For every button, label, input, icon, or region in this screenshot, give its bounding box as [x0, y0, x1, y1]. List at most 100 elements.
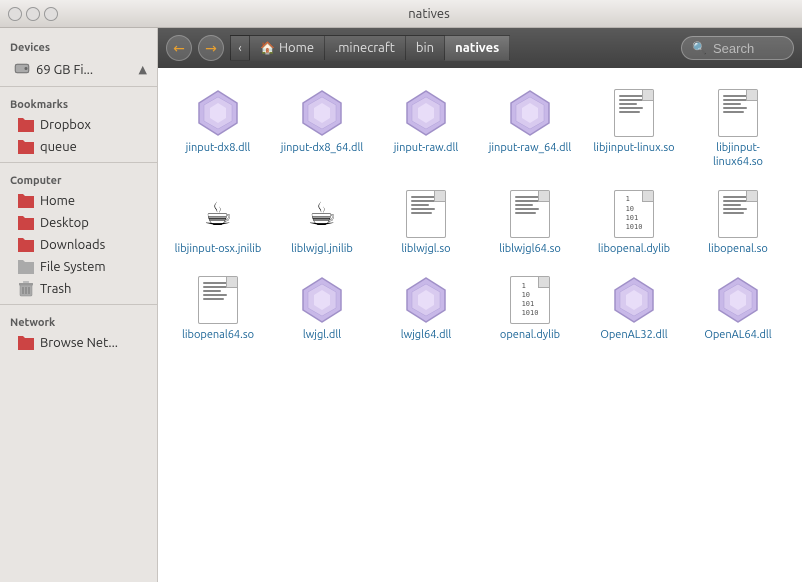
natives-crumb-label: natives — [455, 41, 499, 55]
divider-1 — [0, 86, 157, 87]
file-libjinput-linux64-so[interactable]: libjinput-linux64.so — [688, 83, 788, 176]
downloads-label: Downloads — [40, 238, 105, 252]
file-label: liblwjgl.so — [401, 242, 450, 256]
file-label: libopenal64.so — [182, 328, 254, 342]
binary-content: 1101011010 — [522, 282, 539, 318]
file-libopenal64-so[interactable]: libopenal64.so — [168, 270, 268, 348]
breadcrumb-home[interactable]: 🏠 Home — [250, 35, 325, 61]
main-layout: Devices 69 GB Fi... ▲ Bookmarks Dropbox — [0, 28, 802, 582]
text-file-icon — [506, 190, 554, 238]
trash-label: Trash — [40, 282, 71, 296]
dll-icon — [610, 276, 658, 324]
filesystem-label: File System — [40, 260, 106, 274]
sidebar-item-browse-net[interactable]: Browse Net... — [0, 332, 157, 354]
file-libjinput-linux-so[interactable]: libjinput-linux.so — [584, 83, 684, 176]
file-label: jinput-raw.dll — [394, 141, 459, 155]
sidebar-item-filesystem[interactable]: File System — [0, 256, 157, 278]
sidebar-section-computer: Computer — [0, 167, 157, 190]
file-label: openal.dylib — [500, 328, 560, 342]
breadcrumb-bin[interactable]: bin — [406, 35, 445, 61]
drive-icon — [14, 60, 30, 79]
file-label: libjinput-osx.jnilib — [175, 242, 262, 256]
sidebar-item-home[interactable]: Home — [0, 190, 157, 212]
file-label: lwjgl64.dll — [401, 328, 452, 342]
folder-icon-downloads — [18, 237, 34, 253]
file-lwjgl64-dll[interactable]: lwjgl64.dll — [376, 270, 476, 348]
forward-button[interactable]: → — [198, 35, 224, 61]
bin-crumb-label: bin — [416, 41, 434, 55]
file-label: libjinput-linux.so — [593, 141, 674, 155]
sidebar-item-dropbox[interactable]: Dropbox — [0, 114, 157, 136]
dll-icon — [402, 276, 450, 324]
dll-icon — [298, 89, 346, 137]
dll-icon — [194, 89, 242, 137]
sidebar-item-desktop[interactable]: Desktop — [0, 212, 157, 234]
search-box[interactable]: 🔍 — [681, 36, 794, 60]
dll-icon — [402, 89, 450, 137]
close-button[interactable] — [8, 7, 22, 21]
file-libopenal-so[interactable]: libopenal.so — [688, 184, 788, 262]
window-title: natives — [64, 7, 794, 21]
toolbar: ← → ‹ 🏠 Home .minecraft bin natives — [158, 28, 802, 68]
dropbox-label: Dropbox — [40, 118, 91, 132]
text-file-icon — [194, 276, 242, 324]
file-jinput-raw_64-dll[interactable]: jinput-raw_64.dll — [480, 83, 580, 176]
binary-file-icon: 1101011010 — [610, 190, 658, 238]
browse-net-label: Browse Net... — [40, 336, 118, 350]
file-label: liblwjgl.jnilib — [291, 242, 353, 256]
text-file-icon — [402, 190, 450, 238]
file-liblwjgl-jnilib[interactable]: ☕ liblwjgl.jnilib — [272, 184, 372, 262]
file-liblwjgl-so[interactable]: liblwjgl.so — [376, 184, 476, 262]
folder-icon-filesystem — [18, 259, 34, 275]
text-file-icon — [714, 190, 762, 238]
file-libjinput-osx-jnilib[interactable]: ☕ libjinput-osx.jnilib — [168, 184, 268, 262]
file-jinput-dx8_64-dll[interactable]: jinput-dx8_64.dll — [272, 83, 372, 176]
folder-icon-queue — [18, 139, 34, 155]
file-label: jinput-dx8_64.dll — [281, 141, 363, 155]
file-openal-dylib[interactable]: 1101011010 openal.dylib — [480, 270, 580, 348]
sidebar: Devices 69 GB Fi... ▲ Bookmarks Dropbox — [0, 28, 158, 582]
minecraft-crumb-label: .minecraft — [335, 41, 395, 55]
folder-icon-dropbox — [18, 117, 34, 133]
file-jinput-raw-dll[interactable]: jinput-raw.dll — [376, 83, 476, 176]
file-label: liblwjgl64.so — [499, 242, 561, 256]
minimize-button[interactable] — [26, 7, 40, 21]
file-OpenAL64-dll[interactable]: OpenAL64.dll — [688, 270, 788, 348]
text-file-icon — [714, 89, 762, 137]
sidebar-item-trash[interactable]: Trash — [0, 278, 157, 300]
breadcrumb-natives[interactable]: natives — [445, 35, 510, 61]
maximize-button[interactable] — [44, 7, 58, 21]
file-label: libopenal.so — [708, 242, 768, 256]
sidebar-item-drive[interactable]: 69 GB Fi... ▲ — [0, 57, 157, 82]
file-lwjgl-dll[interactable]: lwjgl.dll — [272, 270, 372, 348]
breadcrumb-arrow[interactable]: ‹ — [230, 35, 250, 61]
java-icon: ☕ — [194, 190, 242, 238]
file-grid: jinput-dx8.dll jinput-dx8_64.dll — [158, 68, 802, 582]
file-liblwjgl64-so[interactable]: liblwjgl64.so — [480, 184, 580, 262]
network-icon — [18, 335, 34, 351]
back-button[interactable]: ← — [166, 35, 192, 61]
binary-content: 1101011010 — [626, 195, 643, 231]
sidebar-item-queue[interactable]: queue — [0, 136, 157, 158]
home-label: Home — [40, 194, 75, 208]
file-label: lwjgl.dll — [303, 328, 341, 342]
titlebar: natives — [0, 0, 802, 28]
divider-3 — [0, 304, 157, 305]
file-label: libjinput-linux64.so — [692, 141, 784, 170]
search-input[interactable] — [713, 41, 783, 56]
java-icon: ☕ — [298, 190, 346, 238]
breadcrumb-minecraft[interactable]: .minecraft — [325, 35, 406, 61]
trash-icon — [18, 281, 34, 297]
home-crumb-icon: 🏠 — [260, 41, 275, 55]
sidebar-item-downloads[interactable]: Downloads — [0, 234, 157, 256]
file-OpenAL32-dll[interactable]: OpenAL32.dll — [584, 270, 684, 348]
right-panel: ← → ‹ 🏠 Home .minecraft bin natives — [158, 28, 802, 582]
file-label: jinput-dx8.dll — [186, 141, 251, 155]
titlebar-buttons[interactable] — [8, 7, 58, 21]
file-label: libopenal.dylib — [598, 242, 670, 256]
file-label: OpenAL64.dll — [704, 328, 771, 342]
eject-button[interactable]: ▲ — [139, 63, 147, 76]
file-jinput-dx8-dll[interactable]: jinput-dx8.dll — [168, 83, 268, 176]
back-icon: ← — [173, 40, 185, 57]
file-libopenal-dylib[interactable]: 1101011010 libopenal.dylib — [584, 184, 684, 262]
